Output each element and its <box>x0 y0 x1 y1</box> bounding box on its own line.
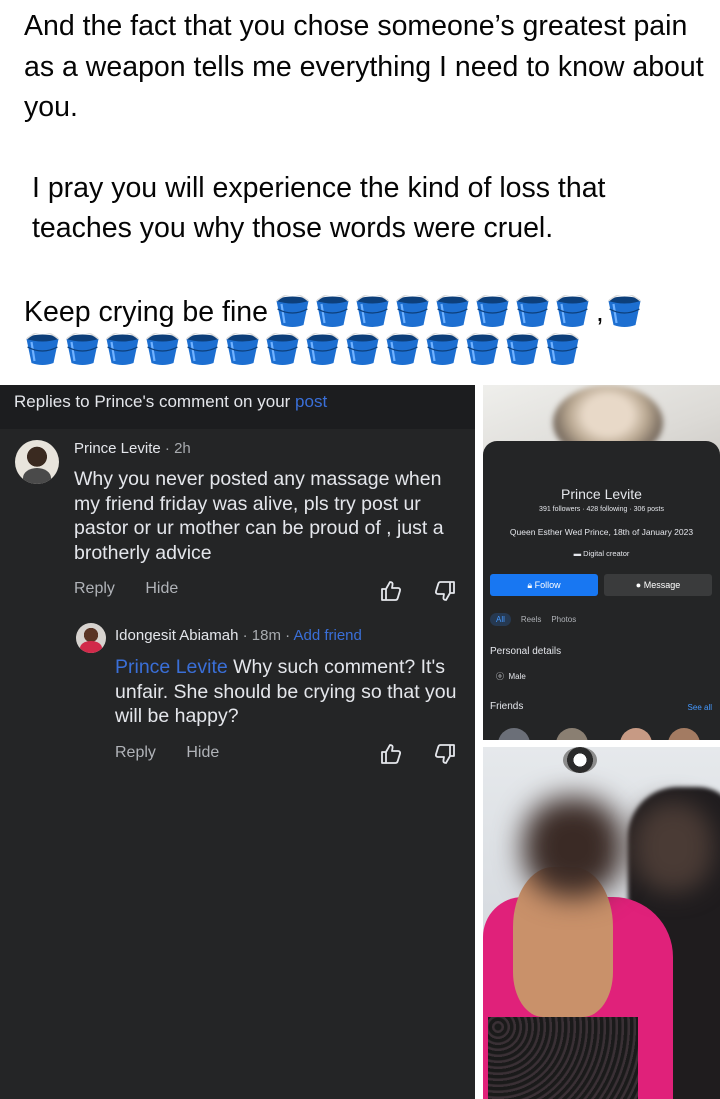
bucket-emoji-icon <box>276 295 309 327</box>
avatar-idongesit-abiamah[interactable] <box>76 623 106 653</box>
profile-bio: Queen Esther Wed Prince, 18th of January… <box>509 527 694 537</box>
thumbs-down-icon[interactable] <box>433 742 457 766</box>
thumbs-up-icon[interactable] <box>379 579 403 603</box>
bucket-emoji-icon <box>66 333 99 365</box>
post-text: And the fact that you chose someone’s gr… <box>24 6 704 249</box>
profile-name: Prince Levite <box>561 486 642 502</box>
bucket-emoji-icon <box>306 333 339 365</box>
replies-header: Replies to Prince's comment on your post <box>0 385 475 429</box>
blurred-face <box>633 802 713 892</box>
bucket-emoji-icon <box>556 295 589 327</box>
post-paragraph-1: And the fact that you chose someone’s gr… <box>24 10 704 123</box>
add-friend-link[interactable]: Add friend <box>293 627 361 644</box>
profile-stats: 391 followers · 428 following · 306 post… <box>539 506 664 513</box>
personal-details-heading: Personal details <box>490 646 562 657</box>
blurred-couple-photo <box>483 747 720 1099</box>
thumbs-down-icon[interactable] <box>433 579 457 603</box>
follow-button[interactable]: 🔒︎ Follow <box>490 574 598 596</box>
message-label: Message <box>643 580 681 590</box>
category-icon: ▬ <box>573 549 584 558</box>
bucket-emoji-icon <box>466 333 499 365</box>
bucket-emoji-icon <box>226 333 259 365</box>
post-paragraph-2: I pray you will experience the kind of l… <box>32 171 606 245</box>
bucket-emoji-icon <box>396 295 429 327</box>
gender-icon: ⓞ <box>496 672 507 681</box>
tab-photos[interactable]: Photos <box>551 615 576 624</box>
bucket-line-2 <box>24 331 714 369</box>
reply-time: 18m <box>251 627 281 644</box>
profile-category: Digital creator <box>583 549 630 558</box>
follow-label: Follow <box>534 580 561 590</box>
bucket-emoji-icon <box>516 295 549 327</box>
follow-icon: 🔒︎ <box>527 580 535 590</box>
gender-value: Male <box>508 672 526 681</box>
reply-button[interactable]: Reply <box>74 580 115 597</box>
bucket-emoji-icon <box>266 333 299 365</box>
bucket-emoji-icon <box>607 295 641 327</box>
friends-heading: Friends <box>490 701 524 712</box>
bucket-emoji-icon <box>186 333 219 365</box>
bucket-emoji-icon <box>476 295 509 327</box>
post-link[interactable]: post <box>295 392 327 411</box>
comment-time: 2h <box>174 440 191 457</box>
mention-link[interactable]: Prince Levite <box>115 656 228 678</box>
bucket-emoji-icon <box>356 295 389 327</box>
bucket-emoji-icon <box>546 333 579 365</box>
bucket-line-1: Keep crying be fine , <box>24 293 714 331</box>
bucket-emoji-icon <box>436 295 469 327</box>
reply-button[interactable]: Reply <box>115 744 156 761</box>
tab-reels[interactable]: Reels <box>521 615 541 624</box>
bucket-emoji-icon <box>426 333 459 365</box>
see-all-link[interactable]: See all <box>688 703 712 712</box>
message-button[interactable]: ● Message <box>604 574 712 596</box>
comma-text: , <box>596 296 604 327</box>
bucket-emoji-icon <box>346 333 379 365</box>
tab-all[interactable]: All <box>490 613 511 626</box>
reply-author[interactable]: Idongesit Abiamah <box>115 627 238 644</box>
comment-text: Why you never posted any massage when my… <box>74 468 444 564</box>
blurred-face <box>523 797 623 897</box>
profile-screenshot: Prince Levite 391 followers · 428 follow… <box>483 385 720 740</box>
replies-header-title: Replies to Prince's comment on your <box>14 392 291 411</box>
bucket-emoji-icon <box>26 333 59 365</box>
bucket-emoji-icon <box>316 295 349 327</box>
thumbs-up-icon[interactable] <box>379 742 403 766</box>
hide-button[interactable]: Hide <box>145 580 178 597</box>
messenger-icon: ● <box>635 580 644 590</box>
hide-button[interactable]: Hide <box>186 744 219 761</box>
bucket-emoji-icon <box>146 333 179 365</box>
bucket-emoji-icon <box>386 333 419 365</box>
bucket-emoji-icon <box>106 333 139 365</box>
profile-tabs: All Reels Photos <box>490 613 576 626</box>
post-paragraph-3: Keep crying be fine <box>24 295 268 328</box>
bucket-emoji-icon <box>506 333 539 365</box>
bucket-emoji-rows: Keep crying be fine , <box>24 293 714 369</box>
avatar-prince-levite[interactable] <box>15 440 59 484</box>
comment-author[interactable]: Prince Levite <box>74 440 161 457</box>
ceiling-lamp <box>563 747 597 773</box>
replies-screenshot: Replies to Prince's comment on your post… <box>0 385 475 1099</box>
